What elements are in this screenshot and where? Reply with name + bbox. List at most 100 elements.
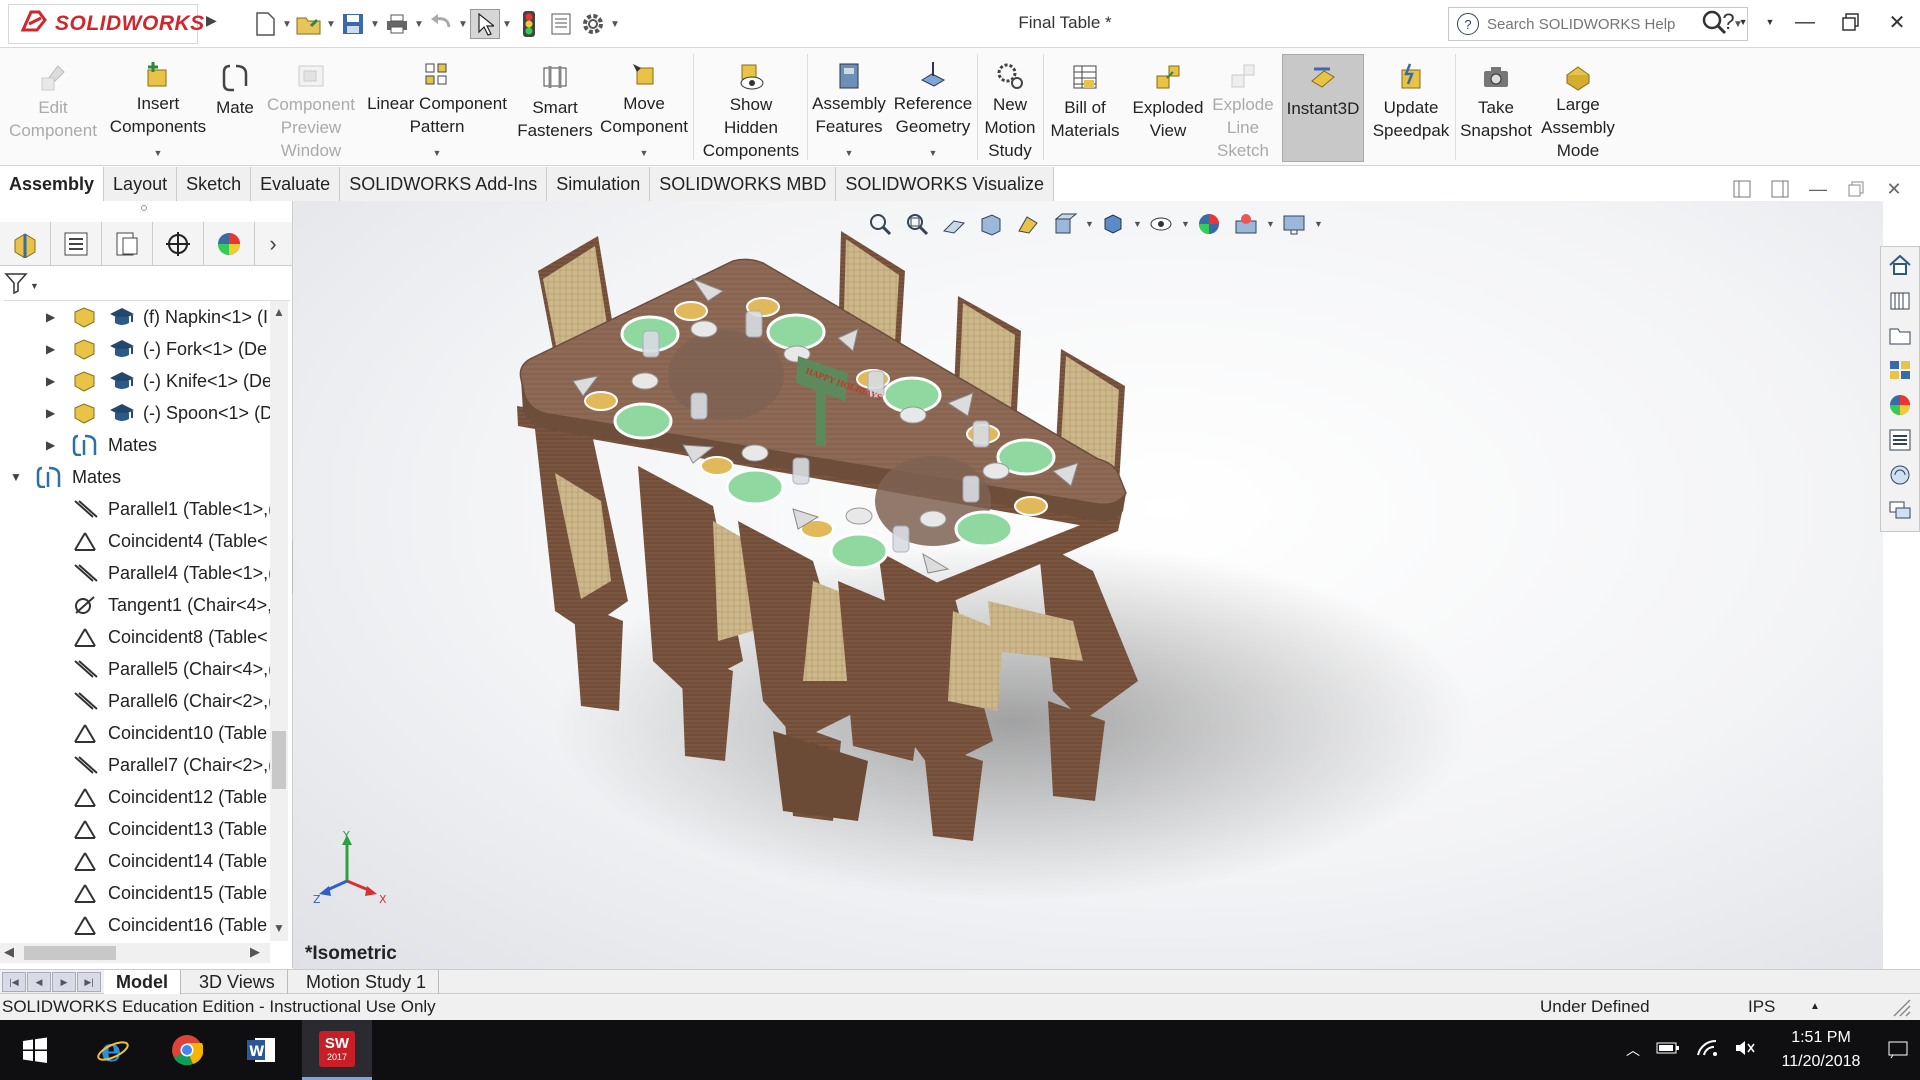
scroll-up-arrow-icon[interactable]: ▲ — [273, 305, 285, 319]
large-assembly-mode-button[interactable]: Large Assembly Mode — [1538, 54, 1618, 162]
undo-dropdown[interactable]: ▼ — [458, 19, 468, 30]
linear-pattern-dropdown[interactable]: ▼ — [433, 142, 442, 165]
tree-node-mate[interactable]: Coincident8 (Table< — [0, 621, 270, 653]
windows-start-icon[interactable] — [0, 1020, 70, 1080]
hscroll-thumb[interactable] — [24, 946, 116, 960]
battery-icon[interactable] — [1656, 1041, 1680, 1060]
chair-front-1[interactable] — [533, 411, 628, 711]
more-tabs-chevron-icon[interactable]: › — [255, 222, 291, 266]
expand-arrow-icon[interactable]: ▶ — [46, 365, 55, 397]
solidworks-forum-icon[interactable] — [1881, 457, 1919, 492]
move-component-button[interactable]: Move Component ▼ — [598, 54, 690, 162]
edit-component-button[interactable]: Edit Component — [4, 54, 102, 162]
apply-scene-icon[interactable] — [1229, 209, 1263, 239]
tree-node-mate[interactable]: Coincident16 (Table — [0, 909, 270, 941]
view-palette-icon[interactable] — [1881, 352, 1919, 387]
options-dropdown[interactable]: ▼ — [610, 19, 620, 30]
last-tab-icon[interactable]: ▶| — [77, 972, 101, 992]
insert-components-dropdown[interactable]: ▼ — [154, 142, 163, 165]
tree-node-knife[interactable]: ▶ (-) Knife<1> (De — [0, 365, 270, 397]
wifi-icon[interactable] — [1696, 1039, 1718, 1062]
tile-right-icon[interactable] — [1766, 178, 1794, 200]
tree-node-mate[interactable]: Coincident13 (Table — [0, 813, 270, 845]
solidworks-2017-icon[interactable]: SW 2017 — [302, 1020, 372, 1080]
word-icon[interactable]: W — [226, 1020, 296, 1080]
next-tab-icon[interactable]: ▶ — [52, 972, 76, 992]
select-arrow-icon[interactable] — [470, 9, 500, 39]
scroll-thumb[interactable] — [272, 731, 286, 789]
rebuild-traffic-light-icon[interactable] — [514, 9, 544, 39]
display-manager-tab-icon[interactable] — [204, 222, 255, 266]
assembly-features-button[interactable]: Assembly Features ▼ — [810, 54, 888, 162]
edit-appearance-icon[interactable] — [1192, 209, 1226, 239]
graphics-area[interactable]: HAPPY HOLIDAYS ▼ ▼ ▼ ▼ ▼ Y X Z *Isometri… — [293, 201, 1883, 969]
solidworks-resources-home-icon[interactable] — [1881, 247, 1919, 282]
file-properties-icon[interactable] — [546, 9, 576, 39]
linear-component-pattern-button[interactable]: Linear Component Pattern ▼ — [362, 54, 512, 162]
tab-addins[interactable]: SOLIDWORKS Add-Ins — [340, 167, 548, 201]
update-speedpak-button[interactable]: Update Speedpak — [1368, 54, 1454, 162]
tab-motion-study-1[interactable]: Motion Study 1 — [294, 970, 440, 994]
feature-tree-tab-icon[interactable] — [0, 222, 51, 266]
tree-node-mate[interactable]: Coincident10 (Table — [0, 717, 270, 749]
display-style-icon[interactable] — [1096, 209, 1130, 239]
volume-muted-icon[interactable] — [1734, 1039, 1756, 1062]
save-dropdown[interactable]: ▼ — [370, 19, 380, 30]
scroll-right-arrow-icon[interactable]: ▶ — [250, 944, 260, 960]
first-tab-icon[interactable]: |◀ — [2, 972, 26, 992]
assembly-features-dropdown[interactable]: ▼ — [845, 142, 854, 165]
close-icon[interactable]: ✕ — [1874, 0, 1920, 44]
tree-node-mates-folder[interactable]: ▼ Mates — [0, 461, 270, 493]
doc-minimize-icon[interactable]: — — [1804, 178, 1832, 200]
tree-node-mate[interactable]: Coincident15 (Table — [0, 877, 270, 909]
print-icon[interactable] — [382, 9, 412, 39]
chrome-icon[interactable] — [152, 1020, 222, 1080]
expand-arrow-icon[interactable]: ▶ — [46, 429, 55, 461]
search-input[interactable] — [1487, 15, 1687, 33]
tree-node-spoon[interactable]: ▶ (-) Spoon<1> (D — [0, 397, 270, 429]
notifications-icon[interactable] — [1876, 1020, 1920, 1080]
tab-sketch[interactable]: Sketch — [177, 167, 252, 201]
tab-model[interactable]: Model — [104, 970, 181, 994]
section-view-icon[interactable] — [974, 209, 1008, 239]
undo-icon[interactable] — [426, 9, 456, 39]
tab-assembly[interactable]: Assembly — [0, 167, 105, 201]
reference-geometry-dropdown[interactable]: ▼ — [929, 142, 938, 165]
tree-node-sub-mates[interactable]: ▶ Mates — [0, 429, 270, 461]
select-dropdown[interactable]: ▼ — [502, 19, 512, 30]
lazy-susan-left[interactable] — [668, 330, 784, 420]
view-orientation-icon[interactable] — [1048, 209, 1082, 239]
tree-horizontal-scrollbar[interactable]: ◀ ▶ — [0, 943, 270, 963]
tab-simulation[interactable]: Simulation — [547, 167, 651, 201]
reference-geometry-button[interactable]: Reference Geometry ▼ — [890, 54, 976, 162]
dynamic-annotation-icon[interactable] — [1011, 209, 1045, 239]
new-document-icon[interactable] — [250, 9, 280, 39]
dimxpert-tab-icon[interactable] — [153, 222, 204, 266]
zoom-to-area-icon[interactable] — [900, 209, 934, 239]
filter-dropdown-icon[interactable]: ▼ — [30, 281, 39, 291]
component-preview-window-button[interactable]: Component Preview Window — [262, 54, 360, 162]
previous-view-icon[interactable] — [937, 209, 971, 239]
tree-node-fork[interactable]: ▶ (-) Fork<1> (De — [0, 333, 270, 365]
save-icon[interactable] — [338, 9, 368, 39]
new-motion-study-button[interactable]: New Motion Study — [980, 54, 1040, 162]
appearances-icon[interactable] — [1881, 387, 1919, 422]
tree-node-mate[interactable]: Parallel1 (Table<1>,( — [0, 493, 270, 525]
help-question-icon[interactable]: ? — [1457, 13, 1479, 35]
minimize-icon[interactable]: — — [1782, 0, 1828, 44]
tab-evaluate[interactable]: Evaluate — [251, 167, 341, 201]
solidworks-logo[interactable]: SOLIDWORKS — [8, 4, 204, 44]
mate-button[interactable]: Mate — [212, 54, 258, 162]
hide-show-dropdown[interactable]: ▼ — [1181, 219, 1190, 229]
property-manager-tab-icon[interactable] — [51, 222, 102, 266]
tab-visualize[interactable]: SOLIDWORKS Visualize — [836, 167, 1055, 201]
tree-node-mate[interactable]: Coincident12 (Table — [0, 781, 270, 813]
help-icon[interactable]: ? ▼ — [1712, 0, 1758, 44]
custom-properties-icon[interactable] — [1881, 422, 1919, 457]
move-component-dropdown[interactable]: ▼ — [640, 142, 649, 165]
open-icon[interactable] — [294, 9, 324, 39]
expand-arrow-icon[interactable]: ▶ — [46, 333, 55, 365]
filter-icon[interactable] — [4, 271, 30, 300]
tab-mbd[interactable]: SOLIDWORKS MBD — [650, 167, 837, 201]
show-hidden-components-button[interactable]: Show Hidden Components — [698, 54, 804, 162]
